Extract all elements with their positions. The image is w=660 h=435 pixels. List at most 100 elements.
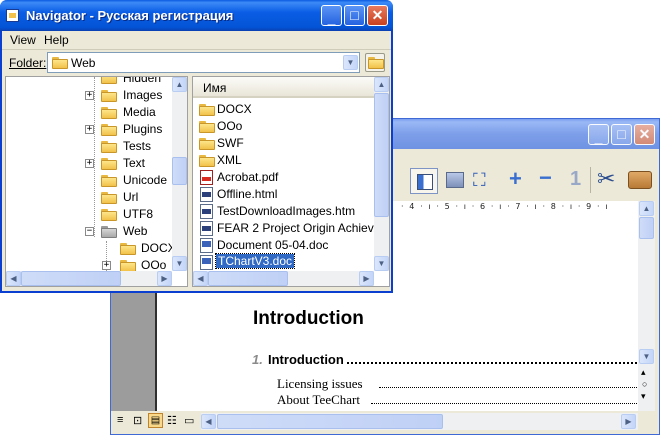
folder-icon [101,124,117,136]
editor-close-button[interactable]: ✕ [634,124,655,145]
list-item[interactable]: FEAR 2 Project Origin Achiev... [193,220,383,237]
navigator-minimize-button[interactable]: _ [321,5,342,26]
folder-icon [199,138,215,150]
list-horizontal-scrollbar[interactable]: ◀ ▶ [193,271,374,286]
word-doc-icon [200,238,213,253]
tree-item[interactable]: DOCX [6,240,176,257]
folder-icon [52,57,68,69]
folder-icon [101,158,117,170]
next-page-icon[interactable]: ▾ [641,391,646,402]
folder-icon [199,121,215,133]
tree-item[interactable]: Media [6,104,174,121]
open-folder-icon [101,226,117,238]
menu-bar: View Help [2,31,391,50]
toc-line-licensing[interactable]: Licensing issues [277,376,363,392]
toc-leader-2 [379,387,637,388]
folder-icon [199,104,215,116]
menu-view[interactable]: View [10,33,36,47]
expand-icon[interactable]: + [85,159,94,168]
list-item[interactable]: XML [193,152,374,169]
list-item[interactable]: Document 05-04.doc [193,237,374,254]
select-browse-icon[interactable]: ○ [642,379,647,389]
navigator-maximize-button[interactable]: □ [344,5,365,26]
list-item[interactable]: TestDownloadImages.htm [193,203,374,220]
folder-icon [101,209,117,221]
list-item[interactable]: Acrobat.pdf [193,169,374,186]
tree-item[interactable]: UTF8 [6,206,174,223]
html-file-icon [200,204,213,219]
tree-item[interactable]: Url [6,189,174,206]
image-icon[interactable] [446,172,464,188]
navigator-titlebar[interactable]: Navigator - Русская регистрация _ □ ✕ [0,0,393,31]
folder-icon [120,243,136,255]
zoom-out-icon[interactable]: − [539,167,552,189]
navigator-title: Navigator - Русская регистрация [26,8,234,23]
navigator-close-button[interactable]: ✕ [367,5,388,26]
collapse-icon[interactable]: − [85,227,94,236]
prev-page-icon[interactable]: ▴ [641,367,646,378]
view-buttons-bar: ≡ ⊡ ▤ ☷ ▭ ◀ ▶ [111,411,659,434]
toc-entry[interactable]: Introduction [268,352,344,367]
html-file-icon [200,187,213,202]
list-item[interactable]: OOo [193,118,374,135]
list-item[interactable]: SWF [193,135,374,152]
tree-item[interactable]: + Plugins [6,121,174,138]
folder-icon [101,77,117,84]
folder-up-button[interactable] [365,53,385,72]
toc-leader-3 [371,403,637,404]
tree-item[interactable]: Unicode [6,172,174,189]
folder-icon [101,90,117,102]
folder-value: Web [71,56,96,70]
column-header-name[interactable]: Имя [193,77,374,98]
folder-icon [101,107,117,119]
file-list: Имя DOCX OOo SWF XML Acrobat.pdf Offline… [192,76,390,287]
tree-horizontal-scrollbar[interactable]: ◀ ▶ [6,271,172,286]
fit-page-icon[interactable]: ⛶ [473,170,486,190]
zoom-in-icon[interactable]: + [509,168,522,190]
tree-item[interactable]: Hidden [6,77,174,87]
document-heading: Introduction [253,308,364,329]
word-doc-icon [200,255,213,270]
toc-number: 1. [252,352,263,367]
outline-view-icon[interactable]: ☷ [167,414,177,427]
reading-view-icon[interactable]: ▭ [184,414,194,427]
editor-vertical-scrollbar[interactable]: ▲ ▼ ▴ ○ ▾ [638,201,655,411]
app-icon [6,9,19,22]
page-layout-button[interactable] [410,168,438,194]
tree-item[interactable]: + Text [6,155,174,172]
folder-bar: Folder: Web ▼ [2,50,391,76]
normal-view-icon[interactable]: ≡ [117,414,123,426]
list-item-selected[interactable]: TChartV3.doc [193,253,374,271]
folder-select[interactable]: Web ▼ [47,52,360,73]
tree-vertical-scrollbar[interactable]: ▲ ▼ [172,77,187,271]
expand-icon[interactable]: + [85,125,94,134]
editor-horizontal-scrollbar[interactable]: ◀ ▶ [201,413,638,430]
page-layout-icon [417,174,433,190]
folder-label: Folder: [9,56,47,70]
actual-size-button[interactable]: 1 [570,168,581,190]
tree-item[interactable]: Tests [6,138,174,155]
list-item[interactable]: DOCX [193,101,374,118]
web-view-icon[interactable]: ⊡ [133,414,142,427]
pdf-icon [200,170,213,185]
tree-item[interactable]: + Images [6,87,174,104]
tools-icon[interactable]: ✂ [597,167,615,191]
box-icon[interactable] [628,171,652,189]
menu-help[interactable]: Help [44,33,69,47]
navigator-window: Navigator - Русская регистрация _ □ ✕ Vi… [0,0,393,293]
folder-icon [101,175,117,187]
expand-icon[interactable]: + [85,91,94,100]
folder-up-icon [368,57,384,69]
print-view-button[interactable]: ▤ [148,413,163,428]
folder-icon [199,155,215,167]
ruler-marks: · 4 · ı · 5 · ı · 6 · ı · 7 · ı · 8 · ı … [401,202,610,211]
separator [590,167,591,193]
editor-maximize-button[interactable]: □ [611,124,632,145]
chevron-down-icon[interactable]: ▼ [343,55,358,70]
editor-minimize-button[interactable]: _ [588,124,609,145]
expand-icon[interactable]: + [102,261,111,270]
list-vertical-scrollbar[interactable]: ▲ ▼ [374,77,389,271]
tree-item-web[interactable]: − Web [6,223,174,240]
list-item[interactable]: Offline.html [193,186,374,203]
toc-line-about[interactable]: About TeeChart [277,392,360,408]
